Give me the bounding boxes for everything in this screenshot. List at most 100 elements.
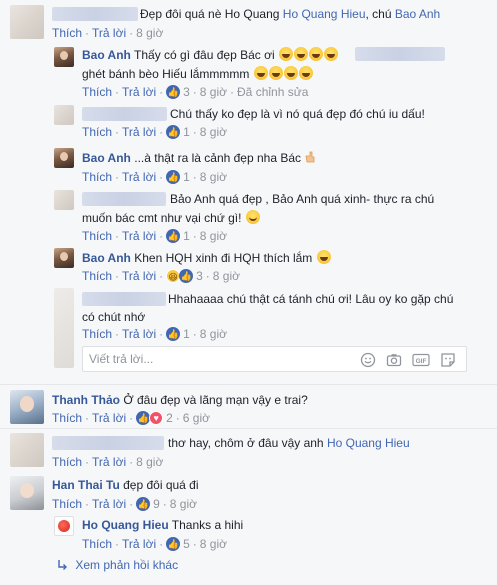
reaction-count[interactable]: 3 <box>183 85 190 99</box>
laugh-emoji-icon <box>283 66 298 80</box>
timestamp[interactable]: 8 giờ <box>200 327 227 341</box>
author-name[interactable]: Bao Anh <box>82 48 131 62</box>
comment-actions: Thích · Trả lời · 👍 9 · 8 giờ <box>52 497 197 511</box>
like-button[interactable]: Thích <box>82 327 112 341</box>
like-reaction-icon[interactable]: 👍 <box>166 170 181 184</box>
more-replies-label[interactable]: Xem phản hồi khác <box>75 558 178 572</box>
reply-button[interactable]: Trả lời <box>122 125 156 139</box>
like-reaction-icon[interactable]: 👍 <box>179 269 194 283</box>
edited-label[interactable]: Đã chỉnh sửa <box>237 85 308 99</box>
like-reaction-icon[interactable]: 👍 <box>166 85 181 99</box>
separator: · <box>205 269 210 283</box>
separator: · <box>129 26 134 40</box>
reaction-count[interactable]: 9 <box>153 497 160 511</box>
gif-icon[interactable]: GIF <box>412 352 430 368</box>
separator: · <box>192 537 197 551</box>
avatar[interactable] <box>10 390 44 424</box>
avatar[interactable] <box>10 476 44 510</box>
author-name[interactable]: Thanh Thảo <box>52 393 120 407</box>
reply-composer[interactable]: GIF <box>82 346 467 372</box>
reply-body: muốn bác cmt như vại chứ gì! <box>82 211 242 225</box>
laugh-emoji-icon <box>268 66 283 80</box>
haha-reaction-icon[interactable]: 😆 <box>166 269 181 283</box>
timestamp[interactable]: 8 giờ <box>213 269 240 283</box>
blurred-author-name <box>82 292 166 306</box>
reply-button[interactable]: Trả lời <box>92 455 126 469</box>
timestamp[interactable]: 8 giờ <box>136 26 163 40</box>
camera-icon[interactable] <box>386 352 402 368</box>
reply-button[interactable]: Trả lời <box>122 229 156 243</box>
timestamp[interactable]: 6 giờ <box>183 411 210 425</box>
like-reaction-icon[interactable]: 👍 <box>166 125 181 139</box>
reply-input[interactable] <box>89 352 339 366</box>
more-replies-link[interactable]: Xem phản hồi khác <box>56 558 178 572</box>
author-name[interactable]: Ho Quang Hieu <box>82 518 169 532</box>
avatar[interactable] <box>54 148 74 168</box>
timestamp[interactable]: 8 giờ <box>200 125 227 139</box>
reaction-count[interactable]: 1 <box>183 229 190 243</box>
like-button[interactable]: Thích <box>52 411 82 425</box>
like-button[interactable]: Thích <box>52 26 82 40</box>
timestamp[interactable]: 8 giờ <box>170 497 197 511</box>
like-button[interactable]: Thích <box>82 125 112 139</box>
timestamp[interactable]: 8 giờ <box>200 537 227 551</box>
like-reaction-icon[interactable]: 👍 <box>166 229 181 243</box>
avatar[interactable] <box>54 190 74 210</box>
avatar[interactable] <box>10 433 44 467</box>
like-button[interactable]: Thích <box>82 537 112 551</box>
love-reaction-icon[interactable]: ♥ <box>149 411 164 425</box>
emoji-icon[interactable] <box>360 352 376 368</box>
reaction-count[interactable]: 1 <box>183 170 190 184</box>
avatar[interactable] <box>54 105 74 125</box>
reply-button[interactable]: Trả lời <box>122 327 156 341</box>
reply-actions: Thích · Trả lời · 👍 1 · 8 giờ <box>82 327 227 341</box>
reply-button[interactable]: Trả lời <box>92 411 126 425</box>
avatar[interactable] <box>54 248 74 268</box>
reply-body: Thấy có gì đâu đẹp Bác ơi <box>134 48 275 62</box>
author-name[interactable]: Bao Anh <box>82 151 131 165</box>
like-button[interactable]: Thích <box>52 497 82 511</box>
like-button[interactable]: Thích <box>82 269 112 283</box>
reply-button[interactable]: Trả lời <box>122 85 156 99</box>
separator: · <box>192 125 197 139</box>
separator: · <box>230 85 235 99</box>
reply-button[interactable]: Trả lời <box>92 497 126 511</box>
like-button[interactable]: Thích <box>82 85 112 99</box>
avatar[interactable] <box>54 516 74 536</box>
mention-link[interactable]: Bao Anh <box>395 7 440 21</box>
sticker-icon[interactable] <box>440 352 456 368</box>
reaction-count[interactable]: 1 <box>183 327 190 341</box>
avatar[interactable] <box>54 288 74 368</box>
reaction-count[interactable]: 2 <box>166 411 173 425</box>
author-name[interactable]: Han Thai Tu <box>52 478 120 492</box>
reaction-count[interactable]: 5 <box>183 537 190 551</box>
reply-body: có chút nhớ <box>82 310 146 324</box>
reply-button[interactable]: Trả lời <box>122 170 156 184</box>
reply-button[interactable]: Trả lời <box>92 26 126 40</box>
timestamp[interactable]: 8 giờ <box>136 455 163 469</box>
avatar[interactable] <box>54 47 74 67</box>
separator: · <box>115 269 120 283</box>
like-button[interactable]: Thích <box>82 229 112 243</box>
mention-link[interactable]: Ho Quang Hieu <box>327 436 410 450</box>
reaction-count[interactable]: 1 <box>183 125 190 139</box>
like-reaction-icon[interactable]: 👍 <box>166 537 181 551</box>
timestamp[interactable]: 8 giờ <box>200 229 227 243</box>
reply-button[interactable]: Trả lời <box>122 537 156 551</box>
like-reaction-icon[interactable]: 👍 <box>166 327 181 341</box>
reply-button[interactable]: Trả lời <box>122 269 156 283</box>
like-reaction-icon[interactable]: 👍 <box>136 497 151 511</box>
reaction-count[interactable]: 3 <box>196 269 203 283</box>
timestamp[interactable]: 8 giờ <box>200 170 227 184</box>
separator: · <box>175 411 180 425</box>
comment-text: Thanh Thảo Ở đâu đẹp và lãng mạn vậy e t… <box>52 393 308 407</box>
like-reaction-icon[interactable]: 👍 <box>136 411 151 425</box>
timestamp[interactable]: 8 giờ <box>200 85 227 99</box>
author-name[interactable]: Bao Anh <box>82 251 131 265</box>
reply-body: Bảo Anh quá đẹp , Bảo Anh quá xinh- thực… <box>170 192 435 206</box>
avatar[interactable] <box>10 5 44 39</box>
reply-body: ghét bánh bèo Hiếu lắmmmmm <box>82 67 250 81</box>
like-button[interactable]: Thích <box>52 455 82 469</box>
like-button[interactable]: Thích <box>82 170 112 184</box>
mention-link[interactable]: Ho Quang Hieu <box>283 7 366 21</box>
